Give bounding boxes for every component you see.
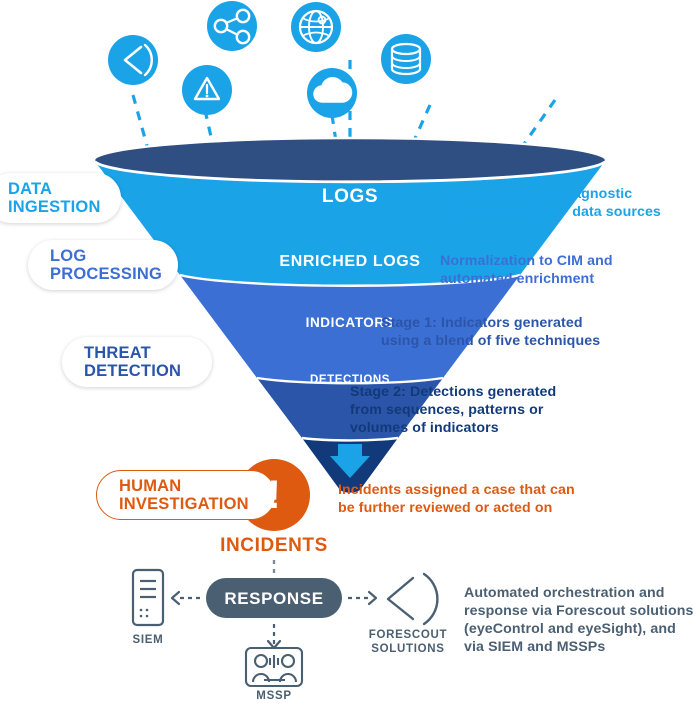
note-processing: Normalization to CIM and automated enric…: [440, 252, 685, 288]
siem-label: SIEM: [132, 634, 164, 646]
pill-human-investigation-line2: INVESTIGATION: [119, 495, 249, 513]
forescout-solutions-label: FORESCOUT SOLUTIONS: [348, 628, 468, 656]
pill-threat-detection-line2: DETECTION: [84, 362, 182, 380]
incidents-badge-glyph: !: [267, 473, 281, 517]
note-stage1-line2: using a blend of five techniques: [381, 333, 601, 349]
note-processing-line2: automated enrichment: [440, 271, 595, 287]
pill-data-ingestion[interactable]: DATA INGESTION: [0, 173, 121, 223]
note-stage1-line1: Stage 1: Indicators generated: [381, 315, 583, 331]
note-response-line3: (eyeControl and eyeSight), and: [464, 621, 676, 637]
pill-data-ingestion-line2: INGESTION: [8, 198, 101, 216]
note-ingestion: Vendor-and EDR-agnostic support for 170+…: [455, 185, 695, 221]
forescout-solutions-icon[interactable]: [386, 572, 439, 626]
source-icon-warning-triangle-icon[interactable]: [182, 65, 232, 115]
funnel-diagram: LOGS ENRICHED LOGS INDICATORS DETECTIONS…: [0, 0, 700, 705]
note-ingestion-line1: Vendor-and EDR-agnostic: [455, 186, 633, 202]
pill-threat-detection[interactable]: THREAT DETECTION: [62, 337, 212, 387]
pill-human-investigation-line1: HUMAN: [119, 476, 182, 495]
note-stage2-line1: Stage 2: Detections generated: [350, 384, 557, 400]
pill-log-processing[interactable]: LOG PROCESSING: [28, 240, 178, 290]
forescout-solutions-label-line2: SOLUTIONS: [371, 643, 445, 655]
source-icon-cloud-icon[interactable]: [307, 68, 357, 118]
response-label: RESPONSE: [224, 589, 324, 608]
note-processing-line1: Normalization to CIM and: [440, 253, 613, 269]
siem-icon[interactable]: [131, 568, 165, 627]
pill-log-processing-line2: PROCESSING: [50, 265, 163, 283]
note-ingestion-line2: support for 170+ data sources: [455, 204, 661, 220]
note-incidents-line1: Incidents assigned a case that can: [338, 482, 575, 498]
forescout-solutions-label-line1: FORESCOUT: [368, 629, 448, 641]
pill-threat-detection-line1: THREAT: [84, 343, 151, 362]
funnel-label-enriched-text: ENRICHED LOGS: [279, 253, 421, 270]
note-response: Automated orchestration and response via…: [464, 584, 700, 656]
note-incidents: Incidents assigned a case that can be fu…: [338, 481, 608, 517]
note-incidents-line2: be further reviewed or acted on: [338, 500, 553, 516]
note-stage2-line2: from sequences, patterns or: [350, 402, 544, 418]
note-response-line1: Automated orchestration and: [464, 585, 665, 601]
note-response-line2: response via Forescout solutions: [464, 603, 694, 619]
mssp-icon[interactable]: [244, 646, 304, 688]
source-icon-globe-icon[interactable]: [291, 2, 341, 52]
incidents-word: INCIDENTS: [220, 535, 328, 556]
pill-log-processing-line1: LOG: [50, 246, 87, 265]
note-stage2: Stage 2: Detections generated from seque…: [350, 383, 600, 437]
source-icon-forescout-logo-icon[interactable]: [108, 35, 158, 85]
mssp-label: MSSP: [256, 690, 292, 702]
source-icon-share-nodes-icon[interactable]: [207, 1, 257, 51]
note-stage2-line3: volumes of indicators: [350, 420, 499, 436]
source-icon-database-icon[interactable]: [381, 34, 431, 84]
pill-data-ingestion-line1: DATA: [8, 179, 53, 198]
note-stage1: Stage 1: Indicators generated using a bl…: [381, 314, 631, 350]
funnel-label-logs-text: LOGS: [321, 186, 379, 207]
note-response-line4: via SIEM and MSSPs: [464, 639, 606, 655]
